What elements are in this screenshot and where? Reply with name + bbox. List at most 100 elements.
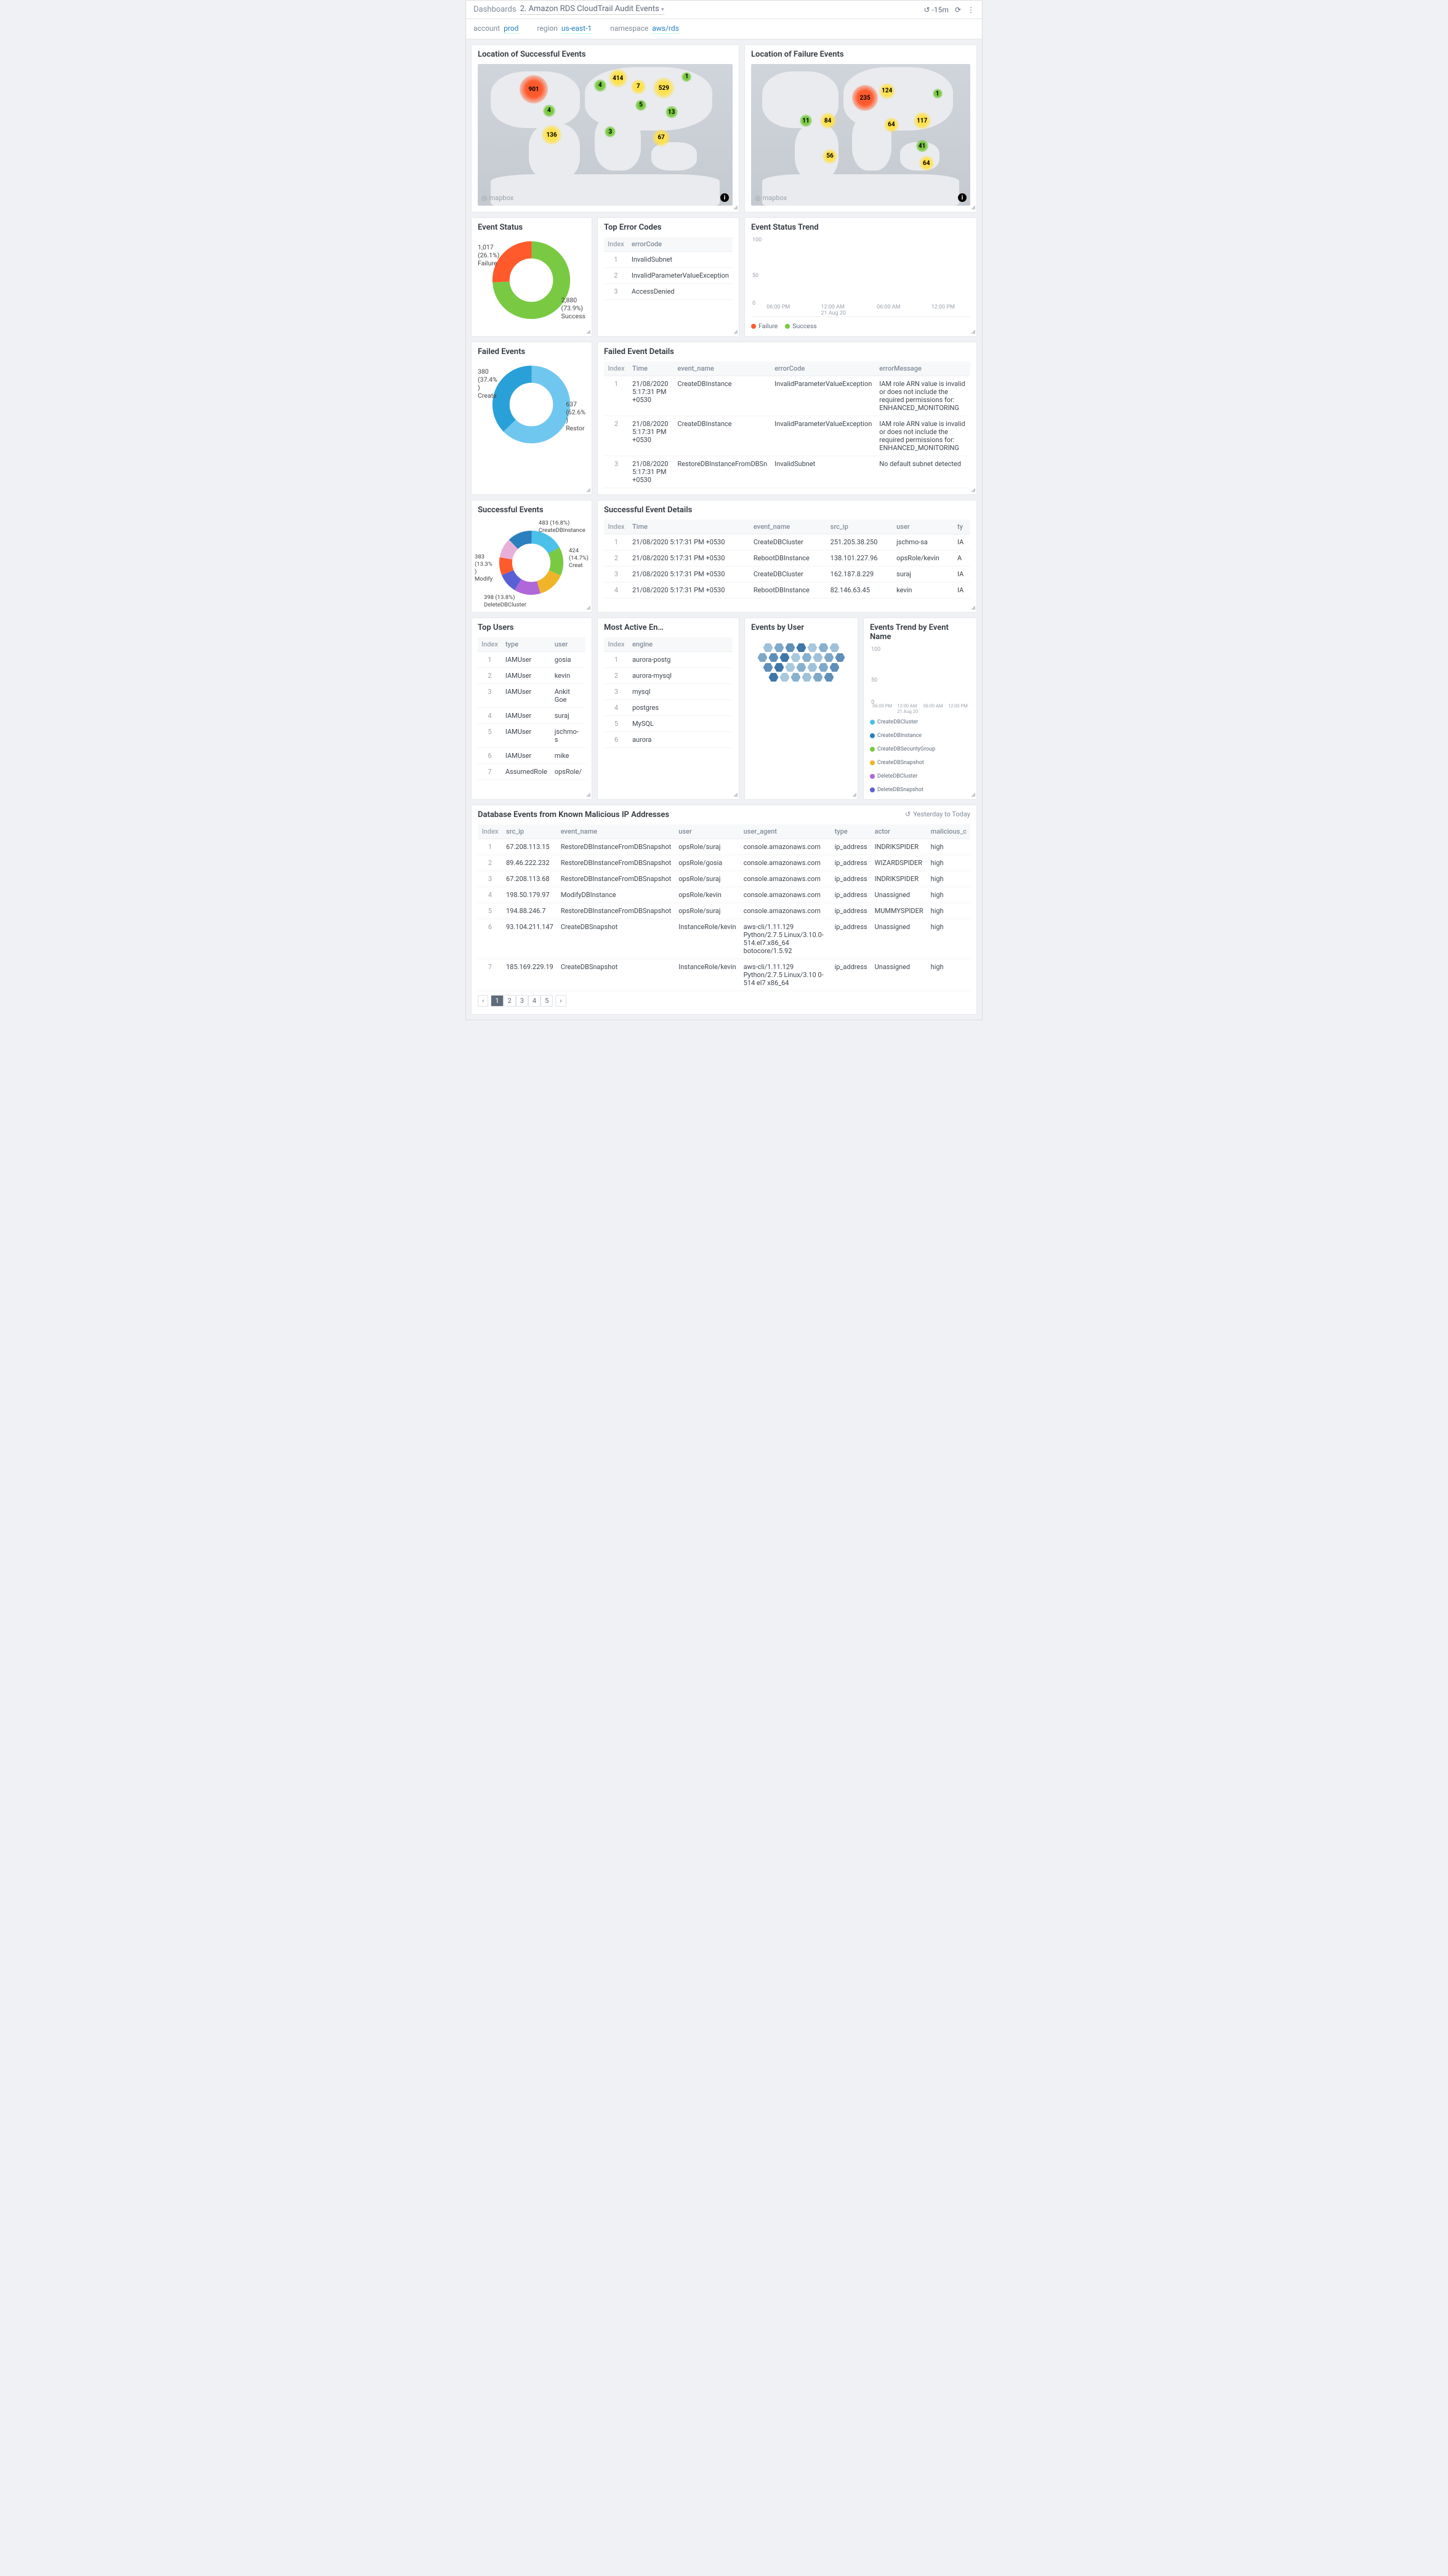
table-row[interactable]: 121/08/2020 5:17:31 PM +0530CreateDBInst… bbox=[604, 376, 970, 416]
hex-cell[interactable] bbox=[818, 663, 828, 672]
time-range-picker[interactable]: ↺ -15m bbox=[924, 6, 949, 14]
resize-handle-icon[interactable]: ◢ bbox=[586, 329, 590, 335]
map-hotspot[interactable]: 67 bbox=[653, 129, 670, 147]
col-header[interactable]: ty bbox=[954, 520, 970, 534]
hex-cell[interactable] bbox=[824, 673, 834, 682]
map-hotspot[interactable]: 84 bbox=[820, 113, 836, 129]
hex-cell[interactable] bbox=[829, 663, 839, 672]
map-hotspot[interactable]: 5 bbox=[635, 100, 646, 111]
col-header[interactable]: Index bbox=[478, 637, 502, 652]
filter-region[interactable]: regionus-east-1 bbox=[537, 24, 592, 34]
col-header[interactable]: Index bbox=[478, 824, 502, 839]
pager-page[interactable]: 4 bbox=[528, 995, 541, 1007]
map-hotspot[interactable]: 4 bbox=[594, 79, 606, 92]
breadcrumb-root[interactable]: Dashboards bbox=[473, 5, 517, 14]
hex-cell[interactable] bbox=[763, 643, 773, 652]
table-row[interactable]: 2aurora-mysql bbox=[604, 668, 733, 684]
hex-cell[interactable] bbox=[802, 673, 811, 682]
more-icon[interactable]: ⋮ bbox=[967, 6, 975, 14]
table-row[interactable]: 4IAMUsersuraj bbox=[478, 708, 585, 724]
hex-cell[interactable] bbox=[774, 663, 784, 672]
table-row[interactable]: 121/08/2020 5:17:31 PM +0530CreateDBClus… bbox=[604, 534, 970, 550]
map-hotspot[interactable]: 414 bbox=[609, 69, 627, 87]
resize-handle-icon[interactable]: ◢ bbox=[733, 792, 738, 798]
pager-page[interactable]: 5 bbox=[541, 995, 553, 1007]
col-header[interactable]: actor bbox=[871, 824, 927, 839]
hex-cell[interactable] bbox=[790, 653, 800, 662]
hex-cell[interactable] bbox=[790, 673, 800, 682]
hex-cell[interactable] bbox=[763, 663, 773, 672]
col-header[interactable]: src_ip bbox=[827, 520, 893, 534]
hex-cell[interactable] bbox=[768, 673, 778, 682]
table-row[interactable]: 5194.88.246.7RestoreDBInstanceFromDBSnap… bbox=[478, 903, 970, 919]
resize-handle-icon[interactable]: ◢ bbox=[971, 204, 975, 211]
info-icon[interactable]: i bbox=[958, 193, 967, 202]
hex-cell[interactable] bbox=[813, 653, 823, 662]
col-header[interactable]: user bbox=[893, 520, 954, 534]
legend-item[interactable]: CreateDBInstance bbox=[870, 733, 922, 739]
map-hotspot[interactable]: 529 bbox=[653, 78, 674, 99]
resize-handle-icon[interactable]: ◢ bbox=[586, 487, 590, 493]
col-errorcode[interactable]: errorCode bbox=[628, 237, 733, 252]
table-row[interactable]: 5MySQL bbox=[604, 716, 733, 732]
table-row[interactable]: 289.46.222.232RestoreDBInstanceFromDBSna… bbox=[478, 855, 970, 871]
legend-item[interactable]: DeleteDBCluster bbox=[870, 773, 917, 779]
col-header[interactable]: event_name bbox=[557, 824, 675, 839]
table-row[interactable]: 693.104.211.147CreateDBSnapshotInstanceR… bbox=[478, 919, 970, 959]
map-hotspot[interactable]: 117 bbox=[914, 112, 931, 129]
legend-item[interactable]: CreateDBSecurityGroup bbox=[870, 746, 935, 752]
col-header[interactable]: event_name bbox=[674, 361, 771, 376]
map-success[interactable]: ◎ mapbox i 9014414752915413136367 bbox=[478, 64, 733, 206]
hex-cell[interactable] bbox=[796, 663, 806, 672]
hex-cell[interactable] bbox=[807, 663, 817, 672]
col-header[interactable]: user bbox=[675, 824, 739, 839]
map-hotspot[interactable]: 13 bbox=[666, 106, 678, 118]
hex-cell[interactable] bbox=[779, 653, 789, 662]
hex-cell[interactable] bbox=[774, 643, 784, 652]
map-hotspot[interactable]: 3 bbox=[605, 126, 616, 137]
filter-namespace[interactable]: namespaceaws/rds bbox=[610, 24, 679, 34]
col-index[interactable]: Index bbox=[604, 237, 628, 252]
col-header[interactable]: type bbox=[831, 824, 871, 839]
map-hotspot[interactable]: 1 bbox=[682, 72, 691, 82]
col-header[interactable]: Time bbox=[629, 520, 750, 534]
legend-item[interactable]: Success bbox=[785, 322, 816, 330]
resize-handle-icon[interactable]: ◢ bbox=[733, 204, 738, 211]
resize-handle-icon[interactable]: ◢ bbox=[586, 605, 590, 611]
col-header[interactable]: Index bbox=[604, 520, 629, 534]
legend-item[interactable]: DeleteDBSnapshot bbox=[870, 787, 923, 793]
legend-item[interactable]: CreateDBCluster bbox=[870, 719, 918, 725]
table-row[interactable]: 4198.50.179.97ModifyDBInstanceopsRole/ke… bbox=[478, 887, 970, 903]
hex-cell[interactable] bbox=[807, 643, 817, 652]
table-row[interactable]: 2InvalidParameterValueException bbox=[604, 268, 733, 284]
col-header[interactable]: Index bbox=[604, 361, 629, 376]
table-row[interactable]: 3mysql bbox=[604, 684, 733, 700]
table-row[interactable]: 1InvalidSubnet bbox=[604, 252, 733, 268]
col-header[interactable]: user_agent bbox=[740, 824, 831, 839]
pager-page[interactable]: 3 bbox=[516, 995, 528, 1007]
map-hotspot[interactable]: 64 bbox=[919, 156, 934, 171]
col-header[interactable]: errorMessage bbox=[875, 361, 970, 376]
resize-handle-icon[interactable]: ◢ bbox=[971, 792, 975, 798]
resize-handle-icon[interactable]: ◢ bbox=[852, 792, 856, 798]
col-header[interactable]: Time bbox=[629, 361, 674, 376]
col-header[interactable]: type bbox=[502, 637, 551, 652]
resize-handle-icon[interactable]: ◢ bbox=[586, 792, 590, 798]
map-failure[interactable]: ◎ mapbox i 2351241118464117564164 bbox=[751, 64, 970, 206]
table-row[interactable]: 7185.169.229.19CreateDBSnapshotInstanceR… bbox=[478, 959, 970, 991]
map-hotspot[interactable]: 136 bbox=[542, 125, 561, 145]
filter-account[interactable]: accountprod bbox=[473, 24, 518, 34]
map-hotspot[interactable]: 235 bbox=[852, 85, 878, 111]
breadcrumb-current[interactable]: 2. Amazon RDS CloudTrail Audit Events ▾ bbox=[520, 4, 664, 15]
resize-handle-icon[interactable]: ◢ bbox=[971, 605, 975, 611]
table-row[interactable]: 321/08/2020 5:17:31 PM +0530RestoreDBIns… bbox=[604, 456, 970, 488]
hex-cell[interactable] bbox=[813, 673, 823, 682]
resize-handle-icon[interactable]: ◢ bbox=[733, 329, 738, 335]
col-header[interactable]: malicious_c bbox=[927, 824, 970, 839]
table-row[interactable]: 6aurora bbox=[604, 732, 733, 748]
legend-item[interactable]: Failure bbox=[751, 322, 778, 330]
table-row[interactable]: 321/08/2020 5:17:31 PM +0530CreateDBClus… bbox=[604, 566, 970, 582]
col-header[interactable]: src_ip bbox=[502, 824, 557, 839]
hex-cell[interactable] bbox=[785, 663, 795, 672]
table-row[interactable]: 5IAMUserjschmo-s bbox=[478, 724, 585, 748]
